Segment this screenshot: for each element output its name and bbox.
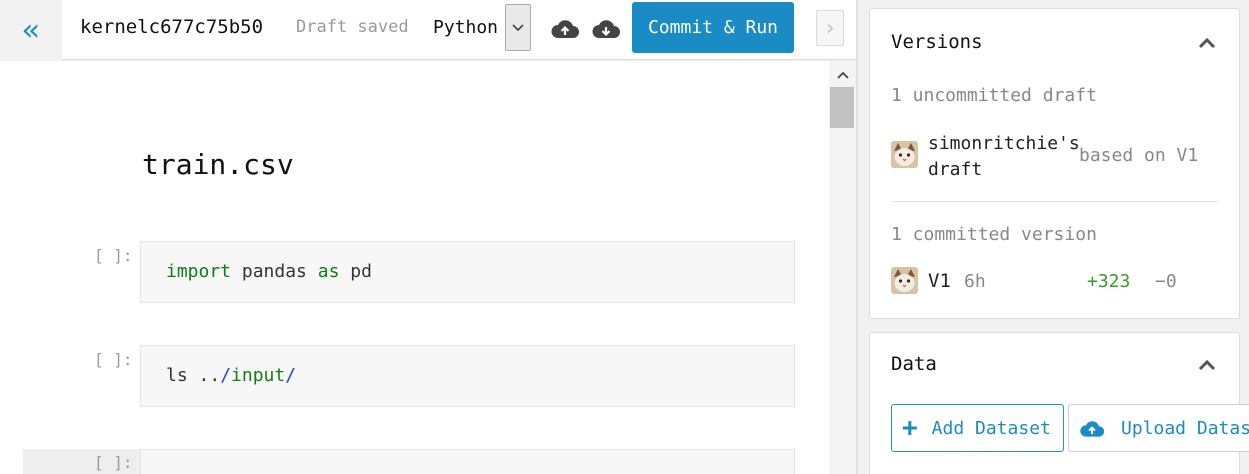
data-panel: Data xyxy=(869,332,1240,474)
code-token: / xyxy=(285,365,297,386)
code-token: as xyxy=(317,261,340,282)
data-title: Data xyxy=(891,353,937,375)
data-collapse-button[interactable] xyxy=(1195,353,1219,377)
code-cell-1[interactable]: import pandas as pd xyxy=(140,241,795,303)
uncommitted-count: 1 uncommitted draft xyxy=(891,85,1097,106)
draft-owner-line: simonritchie's xyxy=(928,133,1080,154)
expand-panel-button[interactable]: › xyxy=(816,10,844,46)
language-label[interactable]: Python xyxy=(433,17,498,38)
panel-divider[interactable] xyxy=(856,0,858,474)
version-age: 6h xyxy=(964,271,986,292)
chevron-right-icon: › xyxy=(823,15,837,41)
code-cell-3[interactable] xyxy=(140,449,795,474)
upload-dataset-label: Upload Dataset xyxy=(1121,417,1249,439)
version-name[interactable]: V1 xyxy=(928,270,951,292)
code-token: .. xyxy=(198,365,221,386)
add-dataset-button[interactable]: + Add Dataset xyxy=(891,404,1064,452)
plus-icon: + xyxy=(902,413,918,443)
upload-button[interactable] xyxy=(549,12,581,44)
chevron-up-icon xyxy=(1198,359,1216,371)
editor-header: « kernelc677c75b50 Draft saved Python Co… xyxy=(0,0,856,60)
draft-owner-line: draft xyxy=(928,159,983,180)
draft-owner[interactable]: simonritchie's draft xyxy=(928,131,1080,183)
versions-title: Versions xyxy=(891,31,983,53)
cell-prompt: [ ]: xyxy=(94,453,133,472)
cell-prompt: [ ]: xyxy=(94,350,133,369)
code-cell-2[interactable]: ls ../input/ xyxy=(140,345,795,407)
cat-avatar-icon xyxy=(891,267,918,294)
cloud-download-icon xyxy=(592,20,620,38)
upload-dataset-button[interactable]: Upload Dataset xyxy=(1068,404,1249,452)
code-token: pandas xyxy=(231,261,318,282)
add-dataset-label: Add Dataset xyxy=(931,417,1051,439)
markdown-heading: train.csv xyxy=(142,148,294,181)
notebook-editor[interactable]: train.csv [ ]: import pandas as pd [ ]: … xyxy=(0,61,829,474)
code-token: / xyxy=(220,365,232,386)
language-dropdown[interactable] xyxy=(505,4,531,51)
version-deletions: −0 xyxy=(1155,271,1177,292)
chevron-down-icon xyxy=(512,23,524,31)
draft-based-on: based on V1 xyxy=(1079,145,1199,166)
version-additions: +323 xyxy=(1087,271,1131,292)
cloud-upload-icon xyxy=(551,20,579,38)
collapse-sidebar-button[interactable]: « xyxy=(0,0,62,60)
kernel-title[interactable]: kernelc677c75b50 xyxy=(80,16,263,38)
user-avatar xyxy=(891,141,918,168)
cloud-upload-icon xyxy=(1080,421,1105,437)
code-token: ls xyxy=(166,365,199,386)
code-token: pd xyxy=(339,261,372,282)
download-button[interactable] xyxy=(590,12,622,44)
code-token: import xyxy=(166,261,232,282)
cell-prompt: [ ]: xyxy=(94,246,133,265)
code-token: input xyxy=(231,365,286,386)
user-avatar xyxy=(891,267,918,294)
commit-and-run-button[interactable]: Commit & Run xyxy=(632,2,794,53)
section-divider xyxy=(891,201,1218,202)
committed-count: 1 committed version xyxy=(891,224,1097,245)
chevron-up-icon xyxy=(1198,37,1216,49)
versions-panel: Versions 1 uncommitted draft simonritchi… xyxy=(869,8,1240,319)
notebook-scrollbar[interactable] xyxy=(829,61,856,474)
draft-status: Draft saved xyxy=(296,17,409,37)
double-chevron-left-icon: « xyxy=(21,12,41,48)
scroll-up-arrow-icon[interactable] xyxy=(829,65,856,85)
cat-avatar-icon xyxy=(891,141,918,168)
scroll-thumb[interactable] xyxy=(830,87,854,128)
versions-collapse-button[interactable] xyxy=(1195,31,1219,55)
